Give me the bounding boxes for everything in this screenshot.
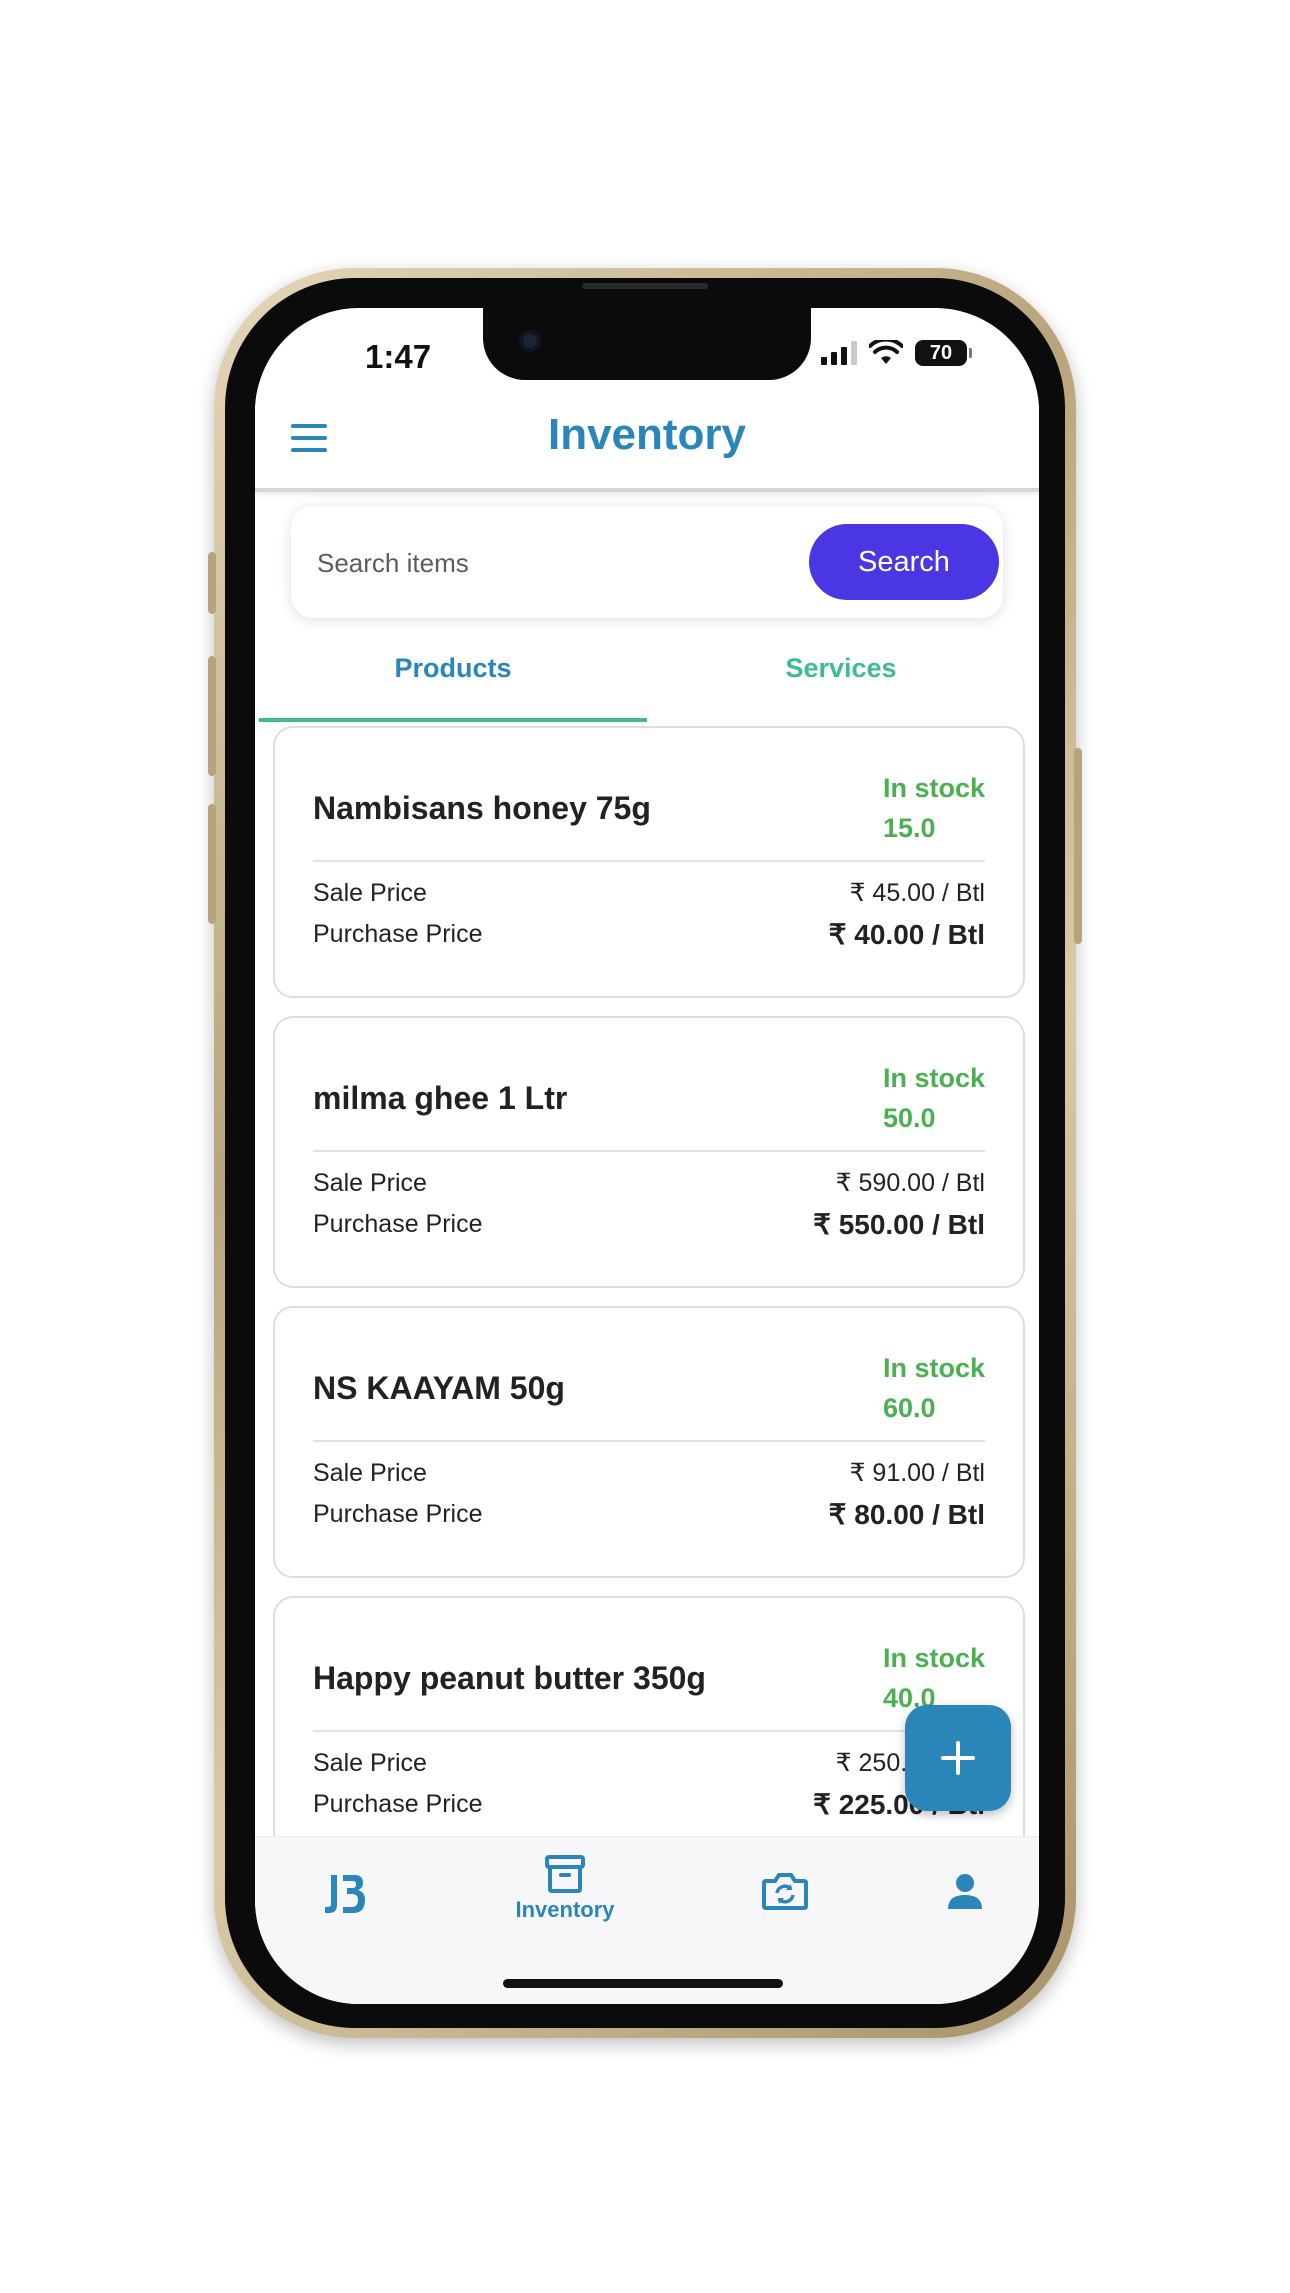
wifi-icon — [869, 340, 903, 364]
stock-label: In stock — [882, 1643, 985, 1673]
stock-label: In stock — [882, 1353, 985, 1383]
add-item-button[interactable] — [905, 1705, 1011, 1811]
purchase-price-label: Purchase Price — [313, 1500, 483, 1528]
stock-quantity: 50.0 — [882, 1103, 936, 1133]
divider — [313, 1730, 985, 1732]
sale-price-value: ₹ 590.00 / Btl — [835, 1169, 985, 1197]
nav-item-inventory[interactable]: Inventory — [505, 1853, 625, 1943]
sale-price-row: Sale Price ₹ 590.00 / Btl — [313, 1168, 985, 1198]
sale-price-label: Sale Price — [313, 1458, 427, 1487]
battery-icon: 70 — [915, 340, 972, 366]
search-input[interactable] — [315, 532, 799, 594]
volume-down-button — [208, 804, 216, 924]
archive-box-icon — [545, 1855, 585, 1893]
divider — [313, 1440, 985, 1442]
status-time: 1:47 — [365, 338, 432, 375]
app-bar: Inventory — [255, 388, 1039, 492]
purchase-price-row: Purchase Price ₹ 80.00 / Btl — [313, 1498, 985, 1531]
bottom-navigation: Inventory — [255, 1836, 1039, 2004]
sale-price-row: Sale Price ₹ 91.00 / Btl — [313, 1458, 985, 1488]
tab-services[interactable]: Services — [647, 632, 1035, 718]
product-name: Nambisans honey 75g — [313, 790, 651, 826]
tab-products[interactable]: Products — [259, 632, 647, 722]
stock-quantity: 15.0 — [882, 813, 936, 843]
nav-item-scan[interactable] — [725, 1853, 845, 1943]
purchase-price-label: Purchase Price — [313, 920, 483, 948]
silent-switch — [208, 552, 216, 614]
nav-item-home[interactable] — [285, 1853, 405, 1943]
plus-icon — [941, 1741, 975, 1775]
product-name: milma ghee 1 Ltr — [313, 1080, 568, 1116]
stock-status: In stock 60.0 — [883, 1348, 985, 1428]
product-card[interactable]: Nambisans honey 75g In stock 15.0 Sale P… — [273, 726, 1025, 998]
sale-price-label: Sale Price — [313, 1748, 427, 1777]
notch — [483, 308, 811, 380]
purchase-price-value: ₹ 550.00 / Btl — [813, 1209, 985, 1240]
purchase-price-label: Purchase Price — [313, 1210, 483, 1238]
product-name: Happy peanut butter 350g — [313, 1660, 706, 1696]
sale-price-label: Sale Price — [313, 1168, 427, 1197]
divider — [313, 860, 985, 862]
stock-label: In stock — [882, 773, 985, 803]
product-name: NS KAAYAM 50g — [313, 1370, 565, 1406]
divider — [313, 1150, 985, 1152]
camera-sync-icon — [762, 1873, 808, 1910]
front-camera-icon — [519, 330, 541, 352]
cellular-signal-icon — [821, 341, 857, 365]
stock-label: In stock — [882, 1063, 985, 1093]
purchase-price-row: Purchase Price ₹ 225.00 / Btl — [313, 1788, 985, 1821]
sale-price-value: ₹ 91.00 / Btl — [849, 1459, 985, 1487]
search-button[interactable]: Search — [809, 524, 999, 600]
home-indicator[interactable] — [503, 1979, 783, 1988]
purchase-price-label: Purchase Price — [313, 1790, 483, 1818]
power-button — [1074, 748, 1082, 944]
purchase-price-row: Purchase Price ₹ 550.00 / Btl — [313, 1208, 985, 1241]
page-title: Inventory — [547, 410, 747, 459]
nav-item-profile[interactable] — [905, 1853, 1025, 1943]
volume-up-button — [208, 656, 216, 776]
sale-price-row: Sale Price ₹ 250.00 / Btl — [313, 1748, 985, 1778]
stock-status: In stock 50.0 — [883, 1058, 985, 1138]
search-bar: Search — [291, 506, 1003, 618]
sale-price-row: Sale Price ₹ 45.00 / Btl — [313, 878, 985, 908]
stock-status: In stock 15.0 — [883, 768, 985, 848]
phone-screen: 1:47 70 Inventory Search Products Servic… — [255, 308, 1039, 2004]
product-card[interactable]: milma ghee 1 Ltr In stock 50.0 Sale Pric… — [273, 1016, 1025, 1288]
stock-quantity: 60.0 — [882, 1393, 936, 1423]
purchase-price-row: Purchase Price ₹ 40.00 / Btl — [313, 918, 985, 951]
sale-price-value: ₹ 45.00 / Btl — [849, 879, 985, 907]
jb-logo-icon — [325, 1875, 365, 1913]
product-card[interactable]: NS KAAYAM 50g In stock 60.0 Sale Price ₹… — [273, 1306, 1025, 1578]
purchase-price-value: ₹ 40.00 / Btl — [828, 919, 985, 950]
nav-label-inventory: Inventory — [515, 1897, 615, 1922]
earpiece-speaker — [582, 283, 708, 289]
sale-price-label: Sale Price — [313, 878, 427, 907]
person-icon — [948, 1874, 982, 1909]
status-icons: 70 — [821, 340, 972, 366]
tab-bar: Products Services — [259, 632, 1035, 722]
purchase-price-value: ₹ 80.00 / Btl — [828, 1499, 985, 1530]
